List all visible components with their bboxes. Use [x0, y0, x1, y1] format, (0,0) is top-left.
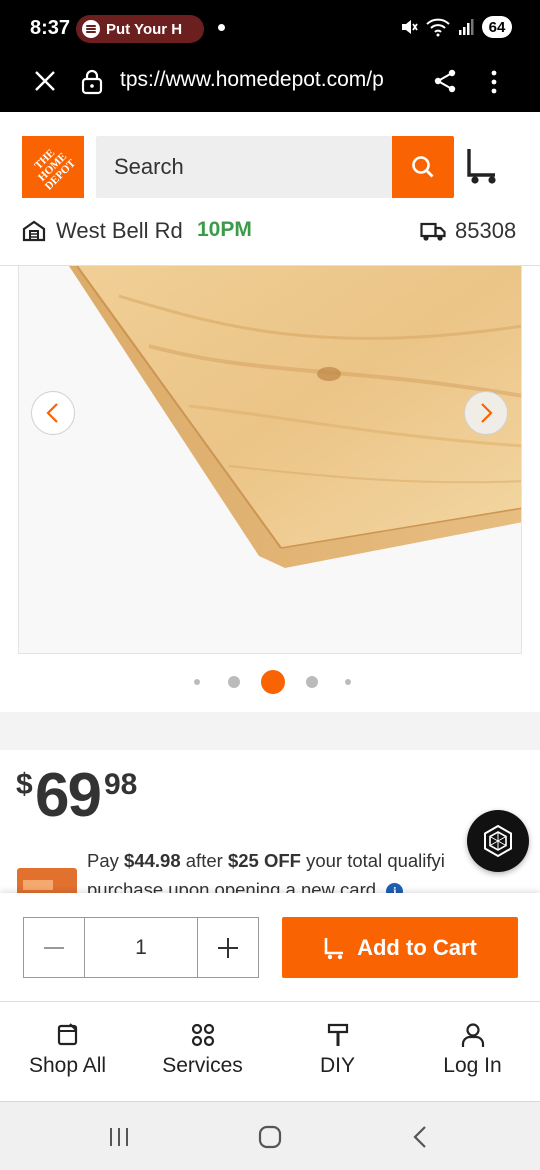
previous-image-button[interactable]: [31, 391, 75, 435]
spotify-icon: [82, 20, 100, 38]
lock-icon[interactable]: [80, 68, 104, 96]
nav-log-in[interactable]: Log In: [405, 1002, 540, 1102]
add-to-cart-bar: 1 Add to Cart: [0, 893, 540, 1001]
hammer-icon: [327, 1023, 348, 1046]
price-cents: 98: [104, 768, 138, 801]
decrease-quantity-button[interactable]: [24, 918, 84, 977]
status-icons: 64: [400, 16, 512, 38]
site-header: THE HOME DEPOT Search West Bell Rd 10PM …: [0, 112, 540, 266]
media-notification-pill[interactable]: Put Your H: [76, 15, 204, 43]
shop-all-icon: [57, 1023, 77, 1046]
browser-toolbar: tps://www.homedepot.com/p: [0, 56, 540, 112]
product-image-gallery: [0, 266, 540, 712]
close-icon[interactable]: [32, 68, 58, 94]
next-image-button[interactable]: [464, 391, 508, 435]
nav-services[interactable]: Services: [135, 1002, 270, 1102]
search-button[interactable]: [392, 136, 454, 198]
status-bar: 8:37 Put Your H 64: [0, 0, 540, 56]
wood-board-image: [19, 266, 521, 653]
person-icon: [461, 1023, 484, 1047]
home-depot-logo[interactable]: THE HOME DEPOT: [22, 136, 84, 198]
chat-assistant-button[interactable]: [467, 810, 529, 872]
promo-discount: $25 OFF: [227, 850, 301, 871]
store-icon[interactable]: [22, 220, 46, 242]
chevron-right-icon: [481, 403, 493, 423]
minus-icon: [44, 946, 64, 949]
services-icon: [191, 1023, 214, 1047]
back-icon[interactable]: [408, 1124, 434, 1150]
hexagon-assistant-icon: [484, 824, 512, 858]
nav-diy[interactable]: DIY: [270, 1002, 405, 1102]
nav-label: Services: [162, 1054, 243, 1077]
more-options-icon[interactable]: [486, 68, 502, 96]
add-to-cart-label: Add to Cart: [357, 934, 477, 960]
plus-icon: [218, 937, 238, 958]
battery-level: 64: [482, 16, 512, 38]
bottom-navigation: Shop All Services DIY Log In: [0, 1001, 540, 1101]
search-input[interactable]: Search: [96, 136, 392, 198]
carousel-dot[interactable]: [194, 679, 200, 685]
carousel-dot[interactable]: [228, 676, 240, 688]
home-icon[interactable]: [257, 1124, 283, 1150]
carousel-dot-active[interactable]: [261, 670, 285, 694]
share-icon[interactable]: [432, 68, 458, 94]
signal-icon: [459, 19, 474, 35]
nav-label: Shop All: [28, 1054, 107, 1077]
nav-shop-all[interactable]: Shop All: [0, 1002, 135, 1102]
carousel-dots: [0, 670, 540, 694]
section-divider: [0, 712, 540, 750]
nav-label: Log In: [443, 1054, 502, 1077]
store-name[interactable]: West Bell Rd: [56, 218, 183, 244]
delivery-zip-code[interactable]: 85308: [455, 218, 516, 244]
delivery-truck-icon[interactable]: [420, 221, 446, 243]
media-title: Put Your H: [106, 20, 183, 38]
carousel-dot[interactable]: [345, 679, 351, 685]
cart-icon[interactable]: [466, 146, 502, 186]
quantity-stepper: 1: [23, 917, 259, 978]
quantity-input[interactable]: 1: [84, 918, 198, 977]
cart-icon: [324, 937, 344, 959]
notification-dot: [218, 24, 225, 31]
chevron-left-icon: [46, 403, 58, 423]
increase-quantity-button[interactable]: [198, 918, 258, 977]
add-to-cart-button[interactable]: Add to Cart: [282, 917, 518, 978]
wifi-icon: [426, 18, 450, 37]
system-navigation-bar: [0, 1101, 540, 1170]
recent-apps-icon[interactable]: [106, 1124, 132, 1150]
search-icon: [412, 156, 434, 178]
mute-icon: [402, 20, 418, 34]
status-time: 8:37: [30, 17, 71, 39]
price-dollars: 69: [35, 761, 102, 830]
price-section: $ 69 98 Pay $44.98 after $25 OFF your to…: [0, 750, 540, 900]
price-currency: $: [16, 768, 33, 801]
url-bar[interactable]: tps://www.homedepot.com/p: [120, 68, 410, 92]
store-hours: 10PM: [197, 218, 252, 241]
nav-label: DIY: [319, 1054, 355, 1077]
product-image[interactable]: [18, 266, 522, 654]
promo-amount: $44.98: [124, 850, 181, 871]
carousel-dot[interactable]: [306, 676, 318, 688]
